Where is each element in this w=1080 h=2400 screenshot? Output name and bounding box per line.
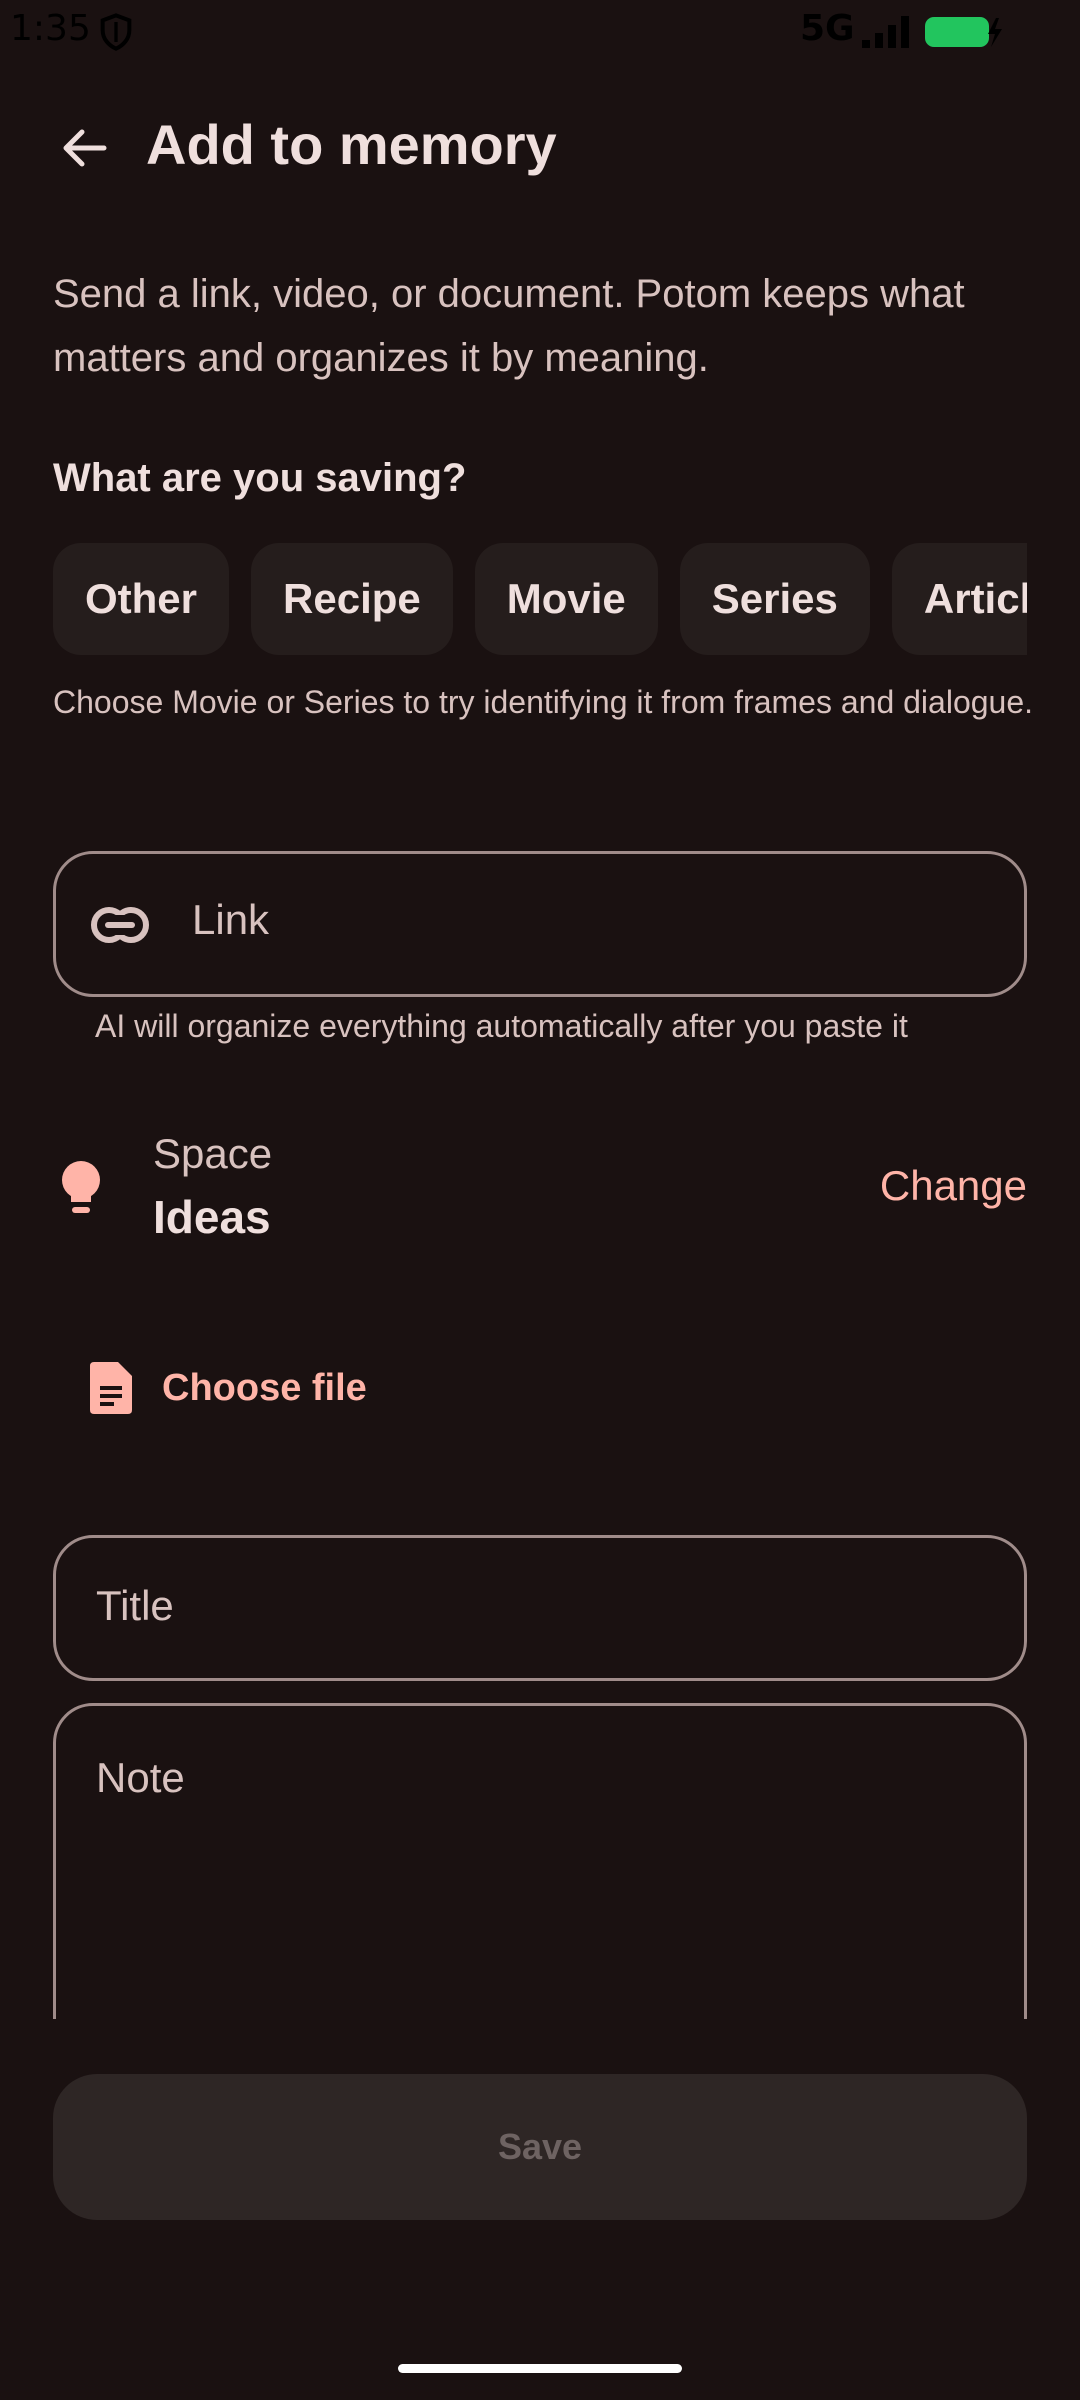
change-space-button[interactable]: Change (880, 1162, 1027, 1210)
category-heading: What are you saving? (53, 456, 467, 500)
chip-other[interactable]: Other (53, 543, 230, 655)
page-title: Add to memory (146, 113, 557, 176)
top-app-bar: Add to memory (0, 100, 1080, 196)
note-placeholder: Note (96, 1754, 185, 1801)
choose-file-label: Choose file (162, 1366, 367, 1409)
save-label: Save (497, 2126, 583, 2167)
chip-recipe[interactable]: Recipe (251, 543, 453, 655)
space-label: Space (153, 1130, 273, 1177)
status-bar: 1:35 5G (0, 0, 1080, 64)
note-input[interactable]: Note (53, 1703, 1027, 2019)
lightbulb-icon (59, 1160, 103, 1220)
arrow-back-icon (63, 129, 107, 167)
space-value: Ideas (153, 1191, 271, 1243)
choose-file-button[interactable]: Choose file (88, 1358, 367, 1418)
chip-series[interactable]: Series (679, 543, 870, 655)
battery-charging-icon (924, 14, 1004, 50)
link-support-text: AI will organize everything automaticall… (95, 1008, 908, 1044)
save-button[interactable]: Save (53, 2074, 1027, 2220)
link-input[interactable]: Link (53, 851, 1027, 997)
status-time: 1:35 (10, 8, 91, 49)
category-chip-list[interactable]: Other Recipe Movie Series Article (53, 543, 1027, 655)
category-hint: Choose Movie or Series to try identifyin… (53, 684, 1034, 720)
shield-icon (96, 12, 136, 52)
intro-text: Send a link, video, or document. Potom k… (53, 272, 965, 380)
document-icon (90, 1362, 132, 1414)
title-placeholder: Title (96, 1582, 174, 1629)
title-input[interactable]: Title (53, 1535, 1027, 1681)
chip-article[interactable]: Article (891, 543, 1027, 655)
chip-movie[interactable]: Movie (474, 543, 658, 655)
link-icon (90, 902, 150, 948)
link-placeholder: Link (192, 896, 270, 943)
space-row: Space Ideas Change (53, 1130, 1027, 1250)
signal-icon (860, 14, 914, 48)
home-indicator[interactable] (398, 2364, 682, 2373)
back-button[interactable] (48, 118, 120, 178)
network-type: 5G (800, 8, 855, 49)
note-input-container: Note (53, 1703, 1027, 2019)
